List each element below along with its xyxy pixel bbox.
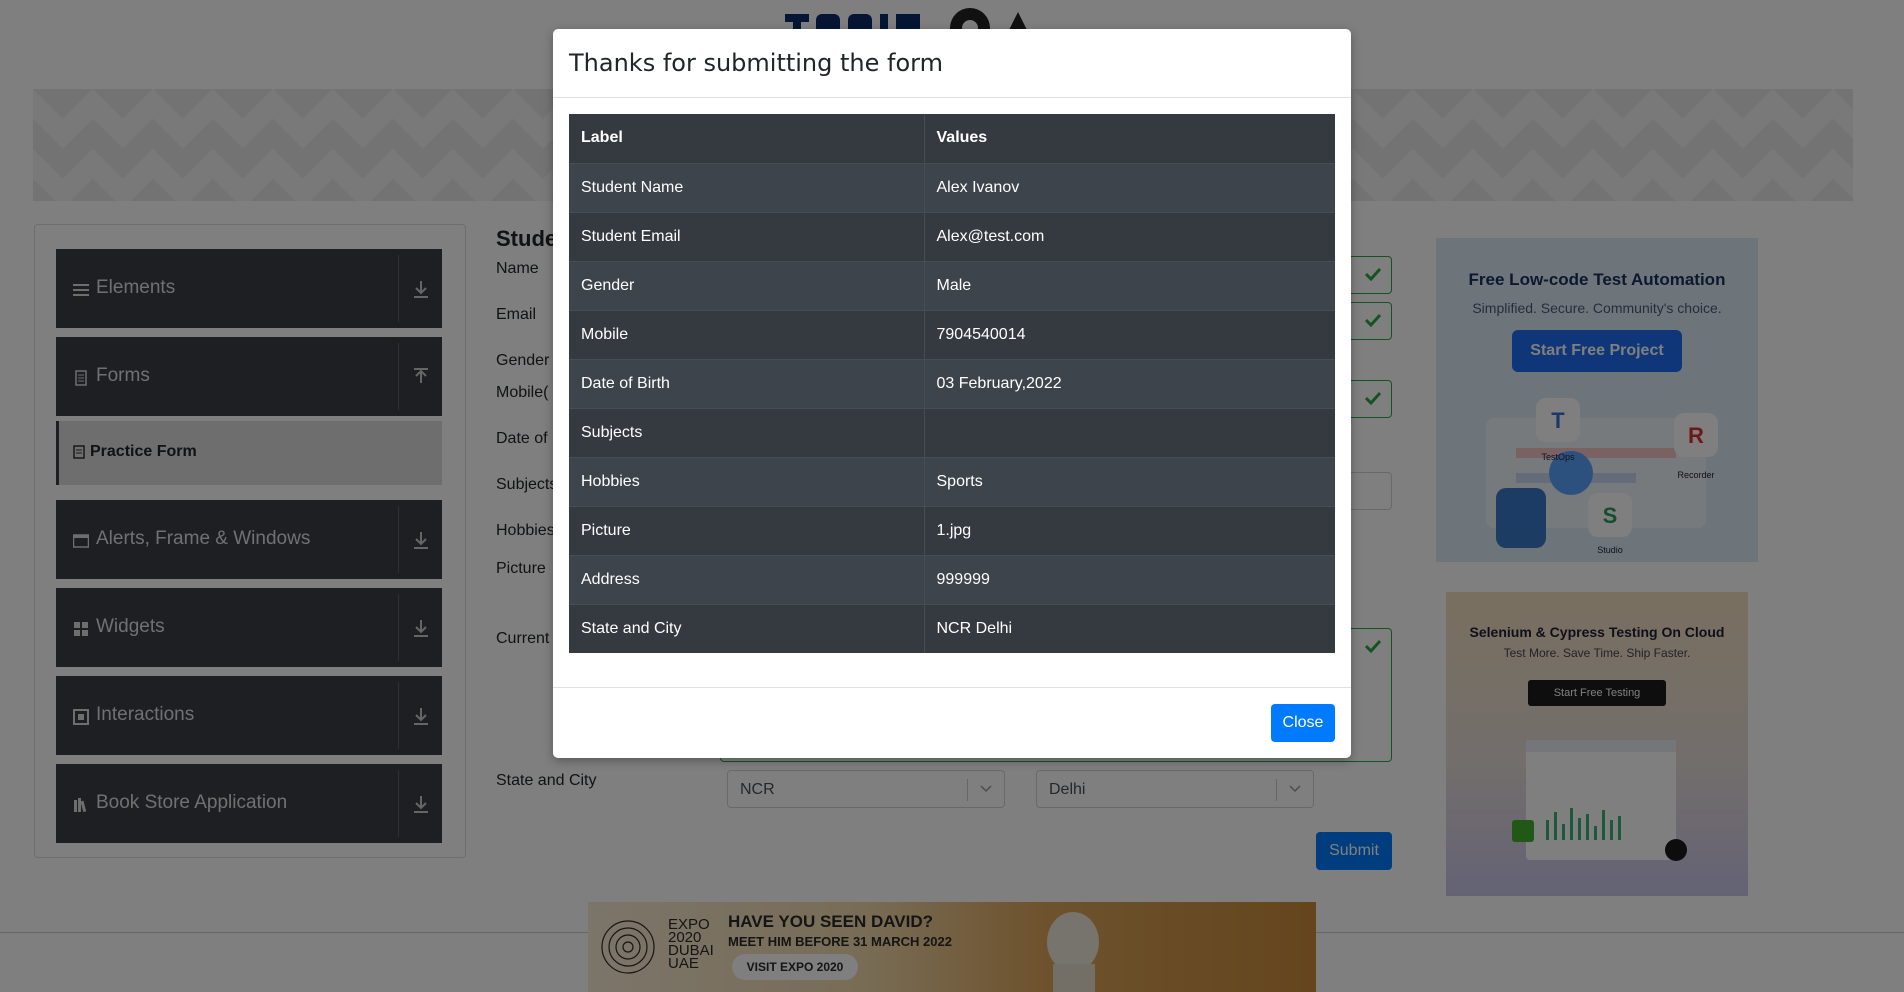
modal-title: Thanks for submitting the form bbox=[569, 49, 943, 77]
submission-modal: Thanks for submitting the form Label Val… bbox=[553, 29, 1351, 758]
table-row: Gender Male bbox=[569, 260, 1335, 310]
column-header-label: Label bbox=[569, 114, 924, 164]
row-label: State and City bbox=[569, 603, 924, 653]
table-row: Student Name Alex Ivanov bbox=[569, 162, 1335, 212]
table-row: State and City NCR Delhi bbox=[569, 603, 1335, 653]
submission-table: Label Values Student Name Alex Ivanov Stu… bbox=[569, 114, 1335, 653]
table-header-row: Label Values bbox=[569, 114, 1335, 164]
row-value: NCR Delhi bbox=[923, 603, 1335, 653]
row-label: Hobbies bbox=[569, 456, 924, 506]
column-header-values: Values bbox=[923, 114, 1335, 164]
row-value: 7904540014 bbox=[923, 309, 1335, 359]
row-label: Student Name bbox=[569, 162, 924, 212]
table-row: Mobile 7904540014 bbox=[569, 309, 1335, 359]
table-row: Hobbies Sports bbox=[569, 456, 1335, 506]
row-value: Sports bbox=[923, 456, 1335, 506]
table-row: Date of Birth 03 February,2022 bbox=[569, 358, 1335, 408]
row-label: Picture bbox=[569, 505, 924, 555]
row-label: Subjects bbox=[569, 407, 924, 457]
row-value: 03 February,2022 bbox=[923, 358, 1335, 408]
row-value bbox=[923, 407, 1335, 457]
modal-footer: Close bbox=[553, 687, 1351, 758]
row-value: Alex Ivanov bbox=[923, 162, 1335, 212]
row-value: Male bbox=[923, 260, 1335, 310]
row-label: Student Email bbox=[569, 211, 924, 261]
table-row: Subjects bbox=[569, 407, 1335, 457]
row-label: Gender bbox=[569, 260, 924, 310]
row-value: Alex@test.com bbox=[923, 211, 1335, 261]
row-label: Mobile bbox=[569, 309, 924, 359]
row-label: Date of Birth bbox=[569, 358, 924, 408]
row-value: 999999 bbox=[923, 554, 1335, 604]
modal-body: Label Values Student Name Alex Ivanov Stu… bbox=[569, 114, 1335, 653]
modal-header: Thanks for submitting the form bbox=[553, 29, 1351, 98]
row-value: 1.jpg bbox=[923, 505, 1335, 555]
row-label: Address bbox=[569, 554, 924, 604]
table-row: Address 999999 bbox=[569, 554, 1335, 604]
table-row: Student Email Alex@test.com bbox=[569, 211, 1335, 261]
table-row: Picture 1.jpg bbox=[569, 505, 1335, 555]
close-button[interactable]: Close bbox=[1271, 704, 1335, 742]
